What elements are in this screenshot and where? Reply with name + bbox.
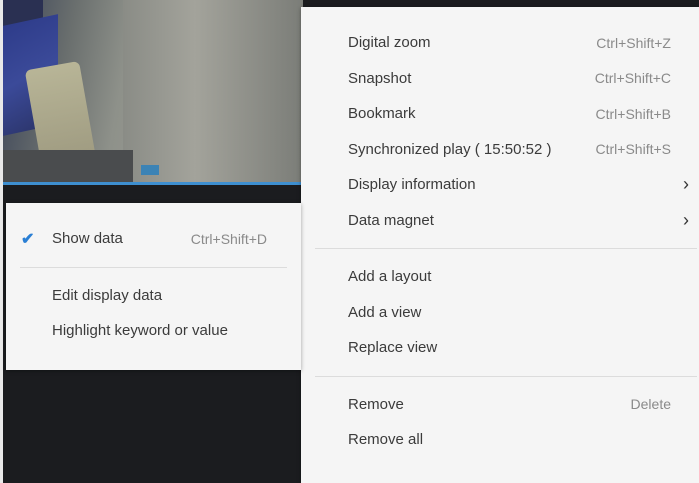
video-object [3,150,133,184]
menu-item-add-layout[interactable]: Add a layout [301,259,699,295]
shortcut-label: Ctrl+Shift+D [190,230,267,247]
menu-separator [315,248,697,249]
video-wall [123,0,303,184]
menu-item-synchronized-play[interactable]: Synchronized play ( 15:50:52 ) Ctrl+Shif… [301,132,699,168]
video-tile[interactable] [3,0,303,184]
checkmark-icon: ✔ [21,230,35,248]
menu-item-replace-view[interactable]: Replace view [301,330,699,366]
shortcut-label: Ctrl+Shift+B [595,105,671,122]
menu-item-bookmark[interactable]: Bookmark Ctrl+Shift+B [301,96,699,132]
shortcut-label: Ctrl+Shift+S [595,141,671,158]
menu-item-label: Display information [348,176,476,194]
video-marker [141,165,159,175]
menu-item-label: Bookmark [348,105,416,123]
menu-item-label: Add a view [348,303,422,321]
context-menu: Digital zoom Ctrl+Shift+Z Snapshot Ctrl+… [301,7,699,483]
submenu-item-show-data[interactable]: ✔ Show data Ctrl+Shift+D [6,221,301,257]
submenu-item-highlight-keyword[interactable]: Highlight keyword or value [6,313,301,349]
menu-item-label: Edit display data [52,286,163,304]
menu-item-label: Data magnet [348,211,434,229]
menu-item-label: Snapshot [348,69,412,87]
menu-separator [315,375,697,377]
menu-item-label: Highlight keyword or value [52,322,228,340]
menu-item-label: Add a layout [348,268,432,286]
menu-item-label: Remove [348,395,404,413]
menu-item-display-information[interactable]: Display information › [301,167,699,203]
menu-item-data-magnet[interactable]: Data magnet › [301,203,699,239]
chevron-right-icon: › [683,209,689,230]
menu-item-label: Synchronized play ( 15:50:52 ) [348,140,552,158]
menu-item-add-view[interactable]: Add a view [301,295,699,331]
menu-item-remove[interactable]: Remove Delete [301,387,699,423]
menu-item-digital-zoom[interactable]: Digital zoom Ctrl+Shift+Z [301,25,699,61]
shortcut-label: Ctrl+Shift+Z [596,34,671,51]
menu-item-label: Remove all [348,431,424,449]
menu-separator [20,266,287,268]
chevron-right-icon: › [683,174,689,195]
menu-item-snapshot[interactable]: Snapshot Ctrl+Shift+C [301,61,699,97]
menu-item-remove-all[interactable]: Remove all [301,422,699,458]
shortcut-label: Ctrl+Shift+C [594,70,671,87]
submenu-item-edit-display-data[interactable]: Edit display data [6,278,301,314]
shortcut-label: Delete [630,396,671,413]
display-information-submenu: ✔ Show data Ctrl+Shift+D Edit display da… [6,203,301,370]
menu-item-label: Show data [52,230,123,248]
video-selection-bar [3,182,303,185]
menu-item-label: Replace view [348,339,438,357]
menu-item-label: Digital zoom [348,34,431,52]
